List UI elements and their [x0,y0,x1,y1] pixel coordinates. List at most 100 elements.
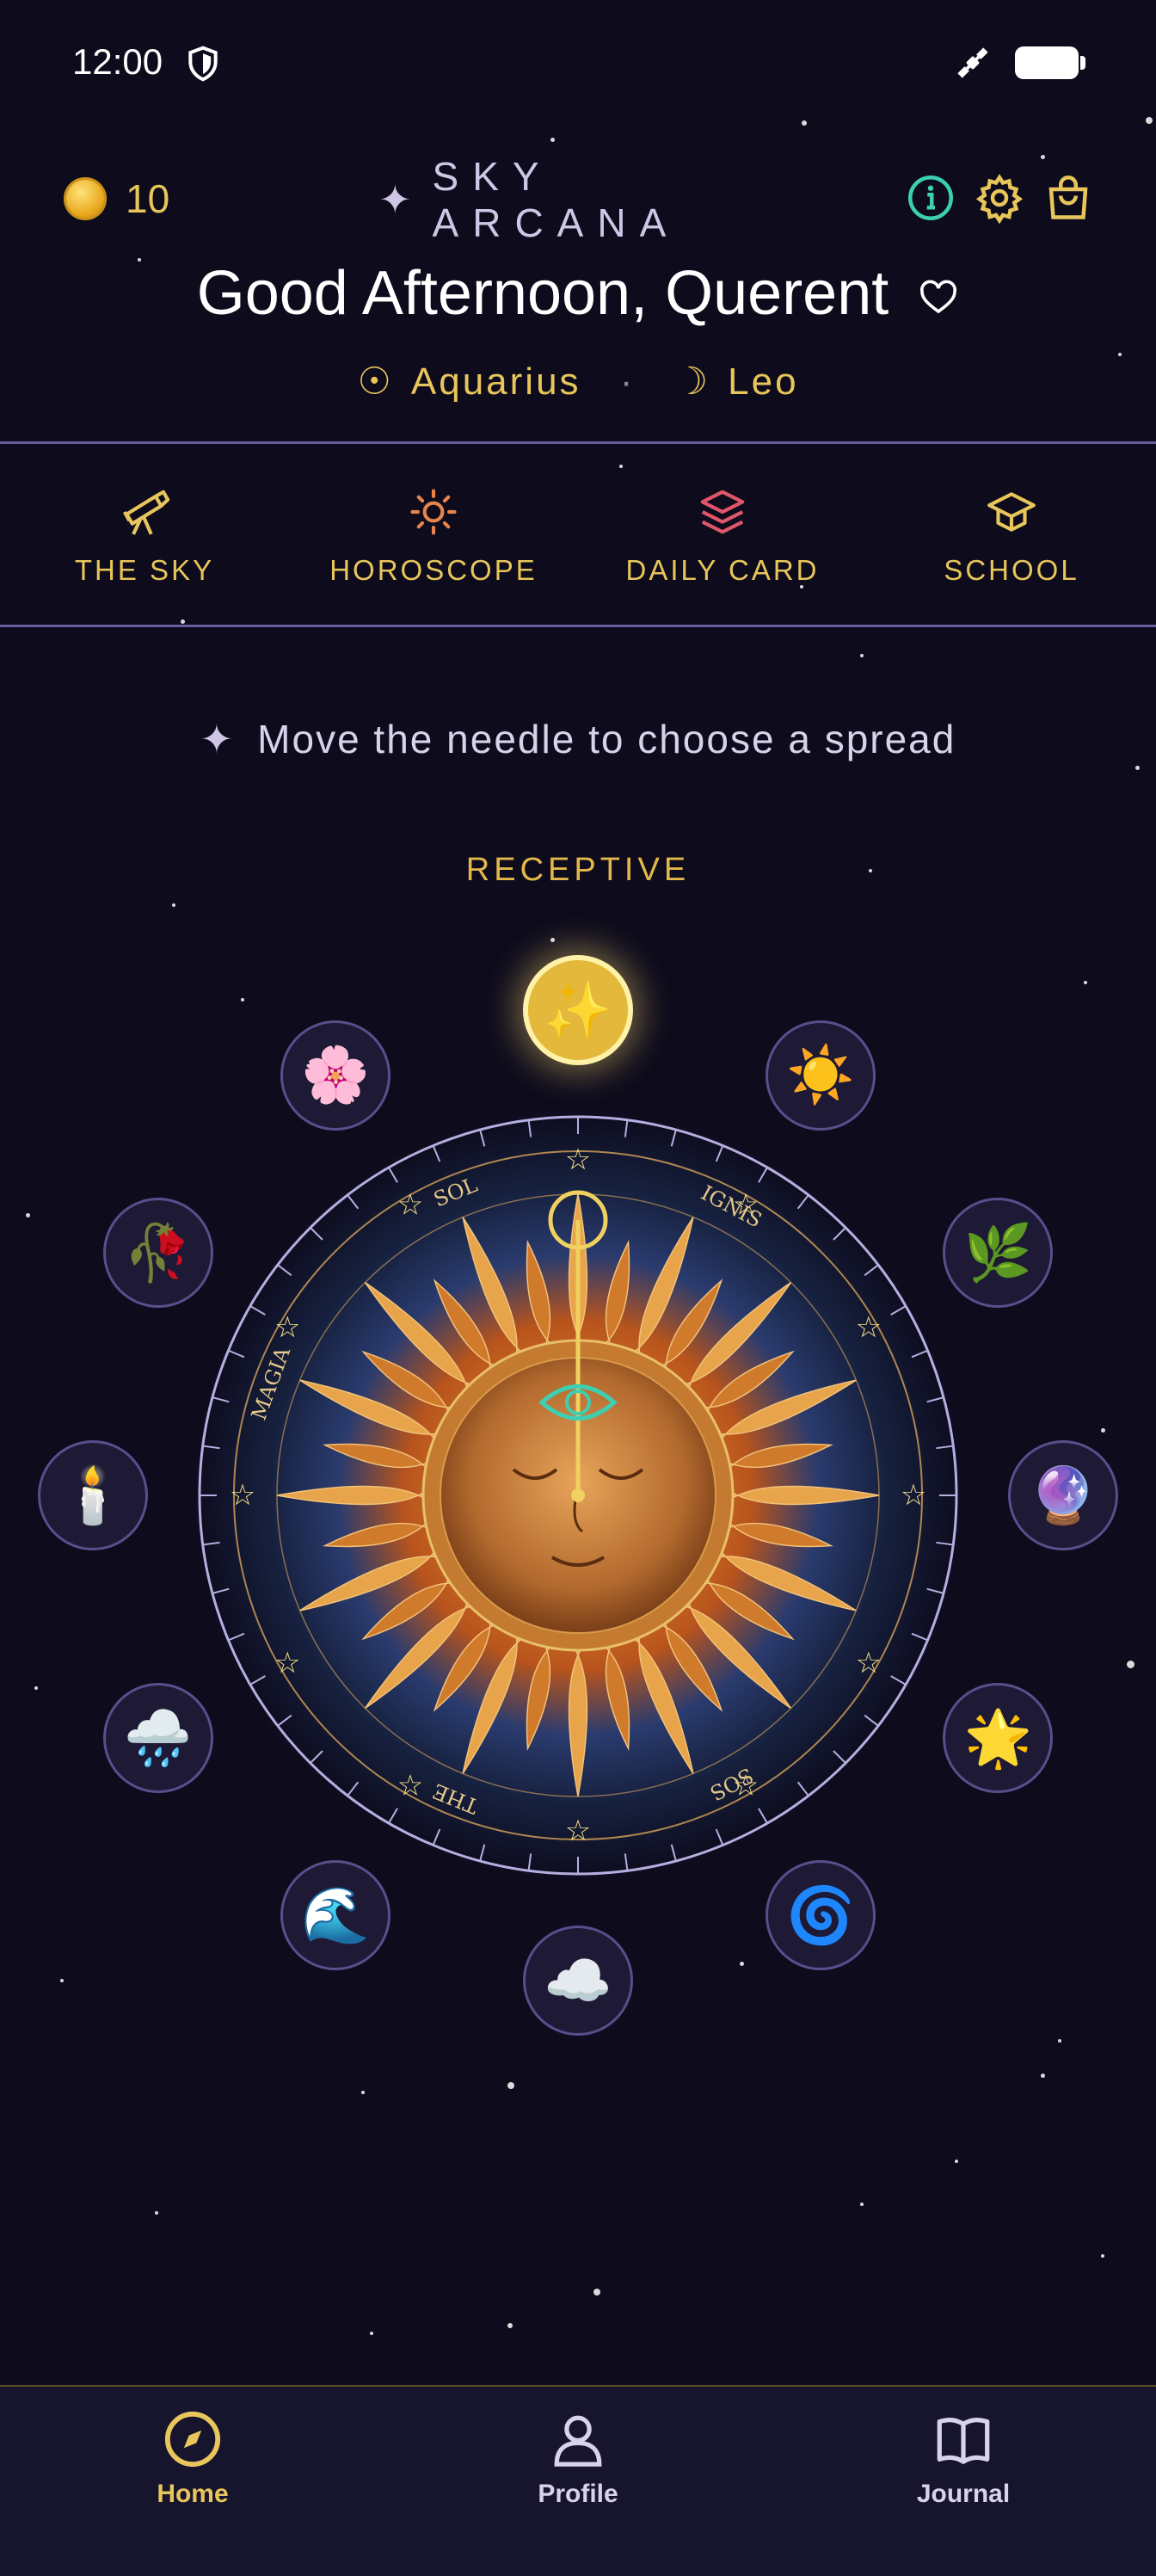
star-dot [1101,2254,1104,2258]
star-dot [34,1686,38,1690]
star-dot [1127,1661,1134,1668]
greeting-heading: Good Afternoon, Querent [0,258,1156,329]
sun-icon: ☀️ [786,1044,855,1108]
star-dot [1135,766,1140,770]
layers-icon [700,490,745,534]
book-icon [937,2418,990,2464]
wheel-star: ☆ [274,1646,300,1680]
star-dot [361,2091,365,2094]
tab-school[interactable]: SCHOOL [867,447,1156,625]
wave-icon: 🌊 [301,1883,370,1948]
star-dot [370,2332,373,2335]
astro-signs: ☉ Aquarius · ☽ Leo [0,360,1156,404]
spread-wheel[interactable]: ☆ ☆ ☆ ☆ ☆ ☆ ☆ ☆ ☆ ☆ ☆ ☆ SOL IGNIS MAGIA THE SOS [191,1108,965,1883]
sparkles-icon: ✨ [544,978,612,1043]
sun-sign: Aquarius [410,361,581,403]
spread-option-herb[interactable]: 🌿 [943,1198,1054,1308]
star-dot [593,2289,600,2296]
nav-label: Home [157,2480,229,2508]
wheel-star: ☆ [397,1187,423,1222]
wheel-star: ☆ [901,1478,926,1513]
nav-label: Journal [916,2480,1011,2508]
heart-icon[interactable] [918,277,959,318]
tab-label: SCHOOL [944,554,1079,586]
spark-icon: ✦ [200,717,236,761]
herb-icon: 🌿 [963,1221,1033,1285]
tab-label: DAILY CARD [625,554,820,586]
tab-label: HOROSCOPE [329,554,538,586]
cyclone-icon: 🌀 [786,1883,855,1948]
bottom-navigation: Home Profile Journal [0,2385,1156,2576]
sun-mandala-image: ☆☆☆☆☆☆☆☆☆☆☆☆ SOL IGNISMAGIATHE SOS [191,1108,965,1883]
spread-option-wilted-rose[interactable]: 🥀 [102,1198,213,1308]
moon-sign: Leo [728,361,799,403]
tab-label: THE SKY [74,554,215,586]
star-dot [155,2211,158,2215]
star-dot [1101,1428,1105,1433]
sun-icon [410,489,457,535]
star-dot [550,938,555,942]
star-dot [860,2203,864,2206]
app-brand: ✦ SKY ARCANA [378,154,783,245]
wheel-star: ☆ [856,1310,882,1345]
star-dot [60,1979,64,1982]
tabs-top-divider [0,441,1156,444]
greeting-text: Good Afternoon, Querent [196,259,889,328]
nav-label: Profile [538,2480,618,2508]
tab-the-sky[interactable]: THE SKY [0,447,289,625]
star-dot [740,1962,744,1966]
cherry-blossom-icon: 🌸 [301,1044,370,1108]
spread-hint: ✦ Move the needle to choose a spread [0,716,1156,762]
compass-icon [164,2411,221,2468]
hint-text: Move the needle to choose a spread [257,717,956,761]
star-dot [1041,155,1045,159]
star-dot [26,1213,30,1217]
wheel-star: ☆ [565,1143,591,1177]
wheel-star: ☆ [397,1769,423,1803]
spread-option-sparkles[interactable]: ✨ [523,955,633,1065]
tab-horoscope[interactable]: HOROSCOPE [289,447,578,625]
star-dot [1118,353,1122,356]
spread-option-crystal-ball[interactable]: 🔮 [1008,1440,1118,1550]
tab-daily-card[interactable]: DAILY CARD [578,447,867,625]
wilted-rose-icon: 🥀 [123,1221,193,1285]
spread-option-sun[interactable]: ☀️ [766,1020,876,1131]
graduation-cap-icon [987,492,1036,532]
spread-mode-label: RECEPTIVE [465,852,691,888]
star-dot [1058,2039,1061,2043]
shield-icon [188,46,218,82]
spread-option-cyclone[interactable]: 🌀 [766,1860,876,1971]
status-time: 12:00 [72,41,163,82]
star-dot [955,2160,958,2163]
battery-icon [1015,46,1085,79]
nav-journal[interactable]: Journal [834,2387,1092,2559]
moon-sign-icon: ☽ [673,361,711,403]
spread-option-cloud[interactable]: ☁️ [523,1926,633,2036]
star-dot [172,903,175,907]
wheel-star: ☆ [856,1646,882,1680]
spread-option-candle[interactable]: 🕯️ [38,1440,148,1550]
spread-option-cherry-blossom[interactable]: 🌸 [280,1020,390,1131]
brand-title: SKY ARCANA [432,154,680,245]
star-dot [507,2082,514,2089]
cloud-icon: ☁️ [544,1949,612,2013]
star-icon: 🌟 [963,1706,1033,1771]
spread-option-wave[interactable]: 🌊 [280,1860,390,1971]
wheel-star: ☆ [230,1478,255,1513]
star-dot [241,998,244,1001]
spread-option-rain-cloud[interactable]: 🌧️ [102,1683,213,1793]
needle-pivot [571,1488,585,1502]
star-dot [550,138,555,142]
info-icon[interactable] [905,172,956,224]
shopping-bag-icon[interactable] [1042,172,1094,224]
star-dot [860,654,864,657]
gear-icon[interactable] [974,172,1025,224]
star-dot [1084,981,1087,984]
telescope-icon [122,490,170,535]
spread-option-star[interactable]: 🌟 [943,1683,1054,1793]
satellite-icon [957,47,988,78]
person-icon [554,2415,602,2467]
crystal-ball-icon: 🔮 [1029,1464,1098,1528]
nav-profile[interactable]: Profile [449,2387,707,2559]
nav-home[interactable]: Home [64,2387,322,2559]
